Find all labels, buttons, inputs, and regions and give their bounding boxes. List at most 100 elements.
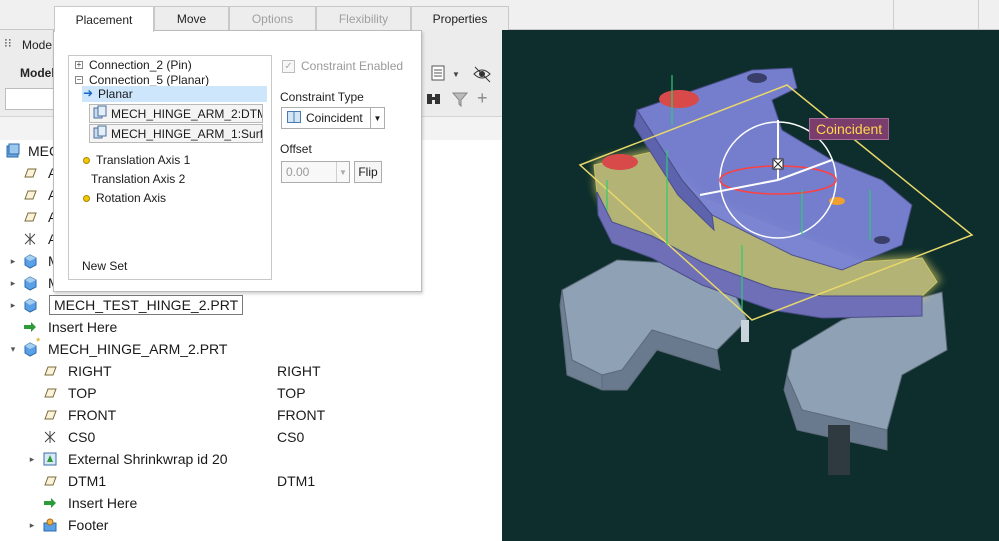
connection-sets-list: + Connection_2 (Pin) − Connection_5 (Pla…: [68, 55, 272, 280]
tree-item-column-value: RIGHT: [277, 363, 321, 379]
tree-row[interactable]: Insert Here: [0, 316, 502, 338]
find-icon[interactable]: [425, 90, 443, 111]
placement-panel: + Connection_2 (Pin) − Connection_5 (Pla…: [53, 30, 422, 292]
tab-placement[interactable]: Placement: [54, 6, 154, 32]
constraint-enabled-checkbox[interactable]: ✓ Constraint Enabled: [282, 59, 403, 73]
tree-item-column-value: DTM1: [277, 473, 316, 489]
offset-value: 0.00: [286, 165, 310, 179]
flip-button[interactable]: Flip: [354, 161, 382, 183]
tree-item-column-value: FRONT: [277, 407, 326, 423]
tree-item-column-value: TOP: [277, 385, 306, 401]
status-dot-icon: [83, 156, 90, 164]
tree-row[interactable]: ▸ MECH_TEST_HINGE_2.PRT: [0, 294, 502, 316]
tree-settings-icon[interactable]: [430, 64, 448, 85]
datum-plane-icon: [42, 473, 58, 489]
datum-reference-icon: [93, 105, 107, 122]
tree-item-label: Footer: [68, 517, 109, 533]
tree-row[interactable]: CS0 CS0: [0, 426, 502, 448]
tree-item-label: MECH_HINGE_ARM_2.PRT: [48, 341, 228, 357]
offset-input[interactable]: 0.00 ▼: [281, 161, 350, 183]
chevron-down-icon[interactable]: ▼: [370, 108, 384, 128]
tree-row[interactable]: TOP TOP: [0, 382, 502, 404]
constraint-row-planar[interactable]: ➜ Planar: [82, 86, 267, 102]
insert-arrow-icon: [42, 495, 58, 511]
expand-icon[interactable]: ▸: [27, 453, 37, 465]
set-label: Connection_5 (Planar): [89, 73, 210, 87]
axis-label: Rotation Axis: [96, 191, 167, 205]
constraint-type-value: Coincident: [306, 111, 363, 125]
model-tree-search-input[interactable]: [5, 88, 55, 110]
model-tree-title: Mode: [22, 38, 53, 52]
expand-icon[interactable]: +: [75, 61, 83, 69]
chevron-down-icon[interactable]: ▼: [336, 162, 349, 182]
csys-icon: [42, 429, 58, 445]
tree-row[interactable]: ▾ * MECH_HINGE_ARM_2.PRT: [0, 336, 502, 360]
expand-icon[interactable]: ▸: [8, 299, 18, 311]
tab-flexibility[interactable]: Flexibility: [316, 6, 411, 31]
reference-collector-2[interactable]: MECH_HINGE_ARM_1:Surf:F: [89, 124, 263, 143]
tab-options[interactable]: Options: [229, 6, 316, 31]
expand-icon[interactable]: ▸: [8, 277, 18, 289]
tree-item-column-value: CS0: [277, 429, 305, 445]
insert-arrow-icon: [22, 319, 38, 335]
coincident-callout[interactable]: Coincident: [809, 118, 890, 140]
tree-row[interactable]: RIGHT RIGHT: [0, 360, 502, 382]
filter-icon[interactable]: [451, 90, 469, 111]
coincident-icon: [287, 110, 301, 126]
axis-label: Translation Axis 1: [96, 153, 191, 167]
expand-icon[interactable]: ▸: [27, 519, 37, 531]
tree-item-label: External Shrinkwrap id 20: [68, 451, 228, 467]
tree-item-label: RIGHT: [68, 363, 112, 379]
part-icon: [22, 253, 38, 269]
ribbon-divider: [893, 0, 894, 30]
tree-item-label: DTM1: [68, 473, 107, 489]
csys-icon: [22, 231, 38, 247]
tree-row[interactable]: FRONT FRONT: [0, 404, 502, 426]
constraint-type-select[interactable]: Coincident ▼: [281, 107, 385, 129]
axis-translation-1[interactable]: Translation Axis 1: [83, 152, 190, 168]
tree-row[interactable]: ▸ Footer: [0, 514, 502, 536]
constraint-label: Planar: [98, 87, 133, 101]
datum-plane-icon: [42, 363, 58, 379]
model-tree-subtitle: Model: [20, 66, 55, 80]
checkmark-icon: ✓: [282, 59, 295, 73]
tab-properties[interactable]: Properties: [411, 6, 509, 31]
placement-tab-bar: Placement Move Options Flexibility Prope…: [0, 0, 999, 32]
tree-row[interactable]: ▸ External Shrinkwrap id 20: [0, 448, 502, 470]
tree-row[interactable]: DTM1 DTM1: [0, 470, 502, 492]
grid-dots-icon: ⁝⁝: [4, 36, 12, 50]
part-icon: [22, 297, 38, 313]
tree-item-label: FRONT: [68, 407, 117, 423]
add-column-icon[interactable]: +: [477, 88, 488, 109]
footer-icon: [42, 517, 58, 533]
shrinkwrap-icon: [42, 451, 58, 467]
datum-plane-icon: [22, 165, 38, 181]
set-connection-2[interactable]: + Connection_2 (Pin): [75, 57, 192, 73]
constraint-type-label: Constraint Type: [280, 90, 364, 104]
tab-move[interactable]: Move: [154, 6, 229, 31]
reference-text: MECH_HINGE_ARM_1:Surf:F: [111, 126, 263, 141]
tree-item-label: MECH_TEST_HINGE_2.PRT: [49, 295, 244, 315]
axis-label: Translation Axis 2: [91, 172, 186, 186]
offset-label: Offset: [280, 142, 312, 156]
expand-icon[interactable]: ▸: [8, 255, 18, 267]
tree-item-label: Insert Here: [68, 495, 138, 511]
surface-reference-icon: [93, 125, 107, 142]
axis-rotation[interactable]: Rotation Axis: [83, 190, 166, 206]
collapse-icon[interactable]: −: [75, 76, 83, 84]
collapse-icon[interactable]: ▾: [8, 343, 18, 355]
status-dot-icon: [83, 194, 90, 202]
graphics-window[interactable]: Coincident: [502, 30, 999, 541]
reference-text: MECH_HINGE_ARM_2:DTM1: [111, 106, 263, 121]
axis-translation-2[interactable]: Translation Axis 2: [91, 171, 185, 187]
assembly-icon: [5, 143, 21, 159]
new-set-label: New Set: [82, 259, 128, 273]
assembly-3d-view[interactable]: [502, 30, 999, 541]
reference-collector-1[interactable]: MECH_HINGE_ARM_2:DTM1: [89, 104, 263, 123]
constraint-enabled-label: Constraint Enabled: [301, 59, 404, 73]
tree-settings-dropdown-icon[interactable]: ▼: [452, 70, 460, 79]
tree-row[interactable]: Insert Here: [0, 492, 502, 514]
show-hidden-icon[interactable]: [472, 64, 494, 87]
new-set-link[interactable]: New Set: [82, 258, 127, 274]
tree-item-label: TOP: [68, 385, 97, 401]
